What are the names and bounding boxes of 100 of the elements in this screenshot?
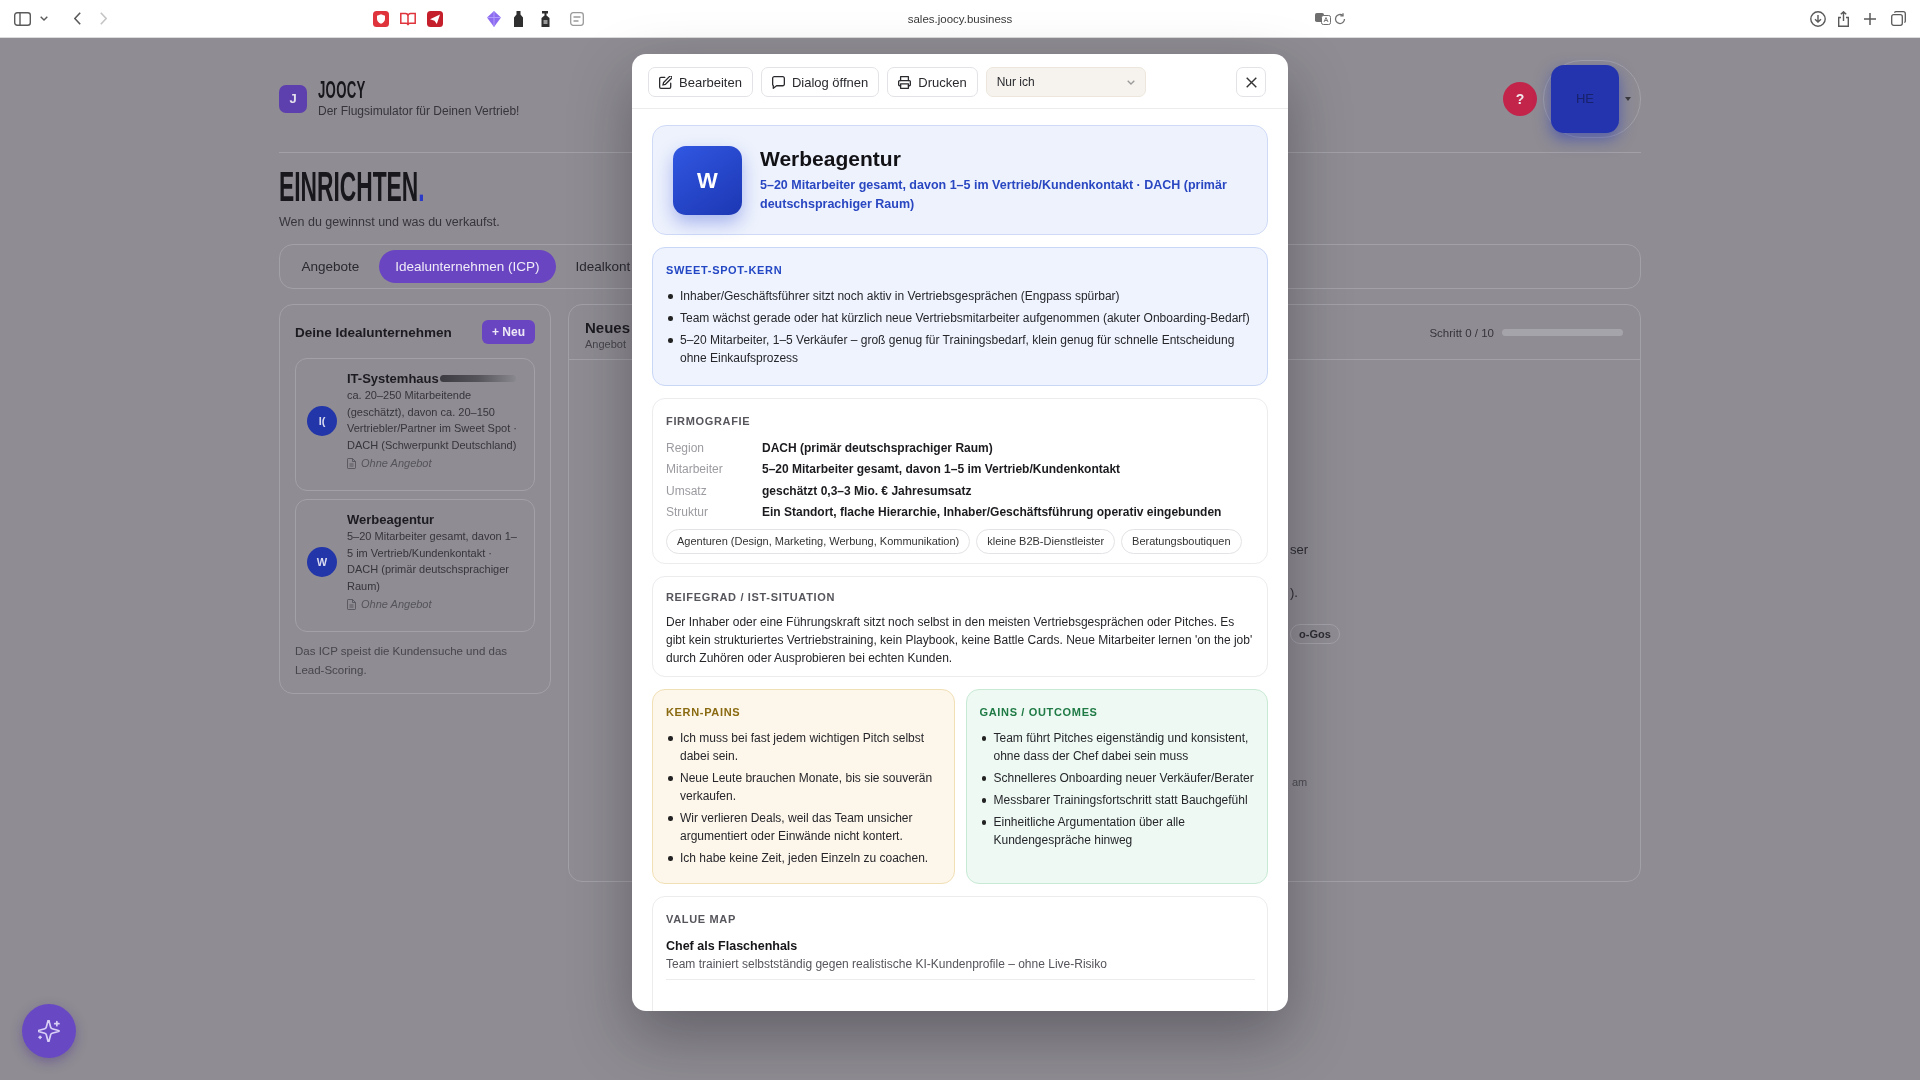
- bullet-icon: [668, 776, 673, 781]
- app-logo: J: [279, 85, 307, 113]
- text-fragment: ).: [1290, 584, 1298, 602]
- help-button[interactable]: ?: [1503, 82, 1537, 116]
- book-icon[interactable]: [400, 11, 416, 26]
- bullet-text: Team führt Pitches eigenständig und konsistent, ohne dass der Chef dabei sein muss: [993, 730, 1250, 765]
- bullet-icon: [668, 736, 673, 741]
- speech-bubble-icon: [771, 75, 785, 89]
- bullet-text: Neue Leute brauchen Monate, bis sie souverän verkaufen.: [680, 770, 934, 805]
- bullet-text: Schnelleres Onboarding neuer Verkäufer/Berater: [993, 770, 1254, 787]
- maturity-text: Der Inhaber oder eine Führungskraft sitzt noch selbst in den meisten Vertriebsgesprächen oder Pitches. Es gibt kein strukturiertes Vertriebstraining, kein Playbook, keine Battle Cards. Neue Mitarbeiter lernen 'on the job' durch Zuhören oder Ausprobieren bei echten Kunden.: [666, 614, 1254, 667]
- download-icon[interactable]: [1810, 10, 1826, 27]
- bullet-icon: [668, 338, 673, 343]
- fact-label: Umsatz: [666, 483, 708, 498]
- bullet-text: Ich habe keine Zeit, jeden Einzeln zu coachen.: [680, 850, 929, 867]
- paper-plane-icon[interactable]: [427, 10, 443, 27]
- value-description: Team trainiert selbstständig gegen realistische KI-Kundenprofile – ohne Live-Risiko: [666, 956, 1108, 973]
- fact-value: geschätzt 0,3–3 Mio. € Jahresumsatz: [762, 483, 973, 498]
- pencil-square-icon: [659, 75, 672, 89]
- bullet-text: Wir verlieren Deals, weil das Team unsicher argumentiert oder Einwände nicht kontert.: [680, 810, 914, 845]
- company-description: 5–20 Mitarbeiter gesamt, davon 1–5 im Vertrieb/Kundenkontakt · DACH (primär deutschsprachiger Raum): [347, 529, 518, 594]
- bullet-icon: [981, 776, 986, 781]
- translate-icon[interactable]: [1315, 12, 1331, 25]
- company-description: ca. 20–250 Mitarbeitende (geschätzt), davon ca. 20–150 Vertriebler/Partner im Sweet Spot · DACH (Schwerpunkt Deutschland): [347, 388, 518, 453]
- company-card[interactable]: W Werbeagentur 5–20 Mitarbeiter gesamt, davon 1–5 im Vertrieb/Kundenkontakt · DACH (primär deutschsprachiger Raum) Ohne Angebot: [295, 499, 535, 632]
- panel-subtitle: Angebot: [585, 337, 627, 352]
- bullet-text: Team wächst gerade oder hat kürzlich neue Vertriebsmitarbeiter aufgenommen (akuter Onboarding-Bedarf): [680, 310, 1250, 327]
- reload-icon[interactable]: [1334, 12, 1346, 25]
- section-heading: GAINS / OUTCOMES: [979, 705, 1099, 720]
- chevron-down-icon: [1126, 79, 1135, 85]
- document-icon: [347, 598, 356, 610]
- open-dialog-button[interactable]: Dialog öffnen: [760, 67, 880, 97]
- fact-value: DACH (primär deutschsprachiger Raum): [762, 440, 994, 455]
- share-icon[interactable]: [1837, 10, 1850, 27]
- bullet-text: Messbarer Trainingsfortschritt statt Bauchgefühl: [993, 792, 1248, 809]
- panel-footnote: Das ICP speist die Kundensuche und das Lead-Scoring.: [295, 644, 509, 678]
- chevron-down-icon[interactable]: [40, 16, 48, 21]
- company-card[interactable]: I( IT-Systemhaus ca. 20–250 Mitarbeitende (geschätzt), davon ca. 20–150 Vertriebler/Partner im Sweet Spot · DACH (Schwerpunkt Deutschland) Ohne Angebot: [295, 358, 535, 491]
- visibility-select[interactable]: Nur ich: [985, 67, 1146, 97]
- edit-button[interactable]: Bearbeiten: [648, 67, 753, 97]
- chevron-left-icon[interactable]: [74, 12, 81, 25]
- bullet-text: Inhaber/Geschäftsführer sitzt noch aktiv in Vertriebsgesprächen (Engpass spürbar): [680, 288, 1120, 305]
- company-name: Werbeagentur: [347, 511, 435, 528]
- page-title: EINRICHTEN.: [279, 165, 425, 208]
- company-avatar: I(: [307, 405, 337, 436]
- sidebar-icon[interactable]: [14, 11, 31, 26]
- note-fragment: am: [1291, 775, 1308, 790]
- section-heading: FIRMOGRAFIE: [666, 414, 752, 429]
- bullet-icon: [981, 736, 986, 741]
- bullet-icon: [981, 820, 986, 825]
- tab[interactable]: Idealunternehmen (ICP): [378, 250, 556, 283]
- user-avatar: HE: [1551, 65, 1619, 133]
- close-icon: [1245, 76, 1257, 88]
- brand-name: JOOCY: [318, 79, 366, 101]
- section-heading: REIFEGRAD / IST-SITUATION: [666, 590, 837, 605]
- fact-label: Struktur: [666, 505, 709, 520]
- section-heading: VALUE MAP: [666, 912, 737, 927]
- offer-status: Ohne Angebot: [361, 597, 432, 612]
- company-name: IT-Systemhaus: [347, 370, 439, 387]
- bullet-text: Einheitliche Argumentation über alle Kundengespräche hinweg: [993, 814, 1186, 849]
- app-tagline: Der Flugsimulator für Deinen Vertrieb!: [318, 103, 520, 119]
- document-icon: [347, 457, 356, 469]
- page-subtitle: Wen du gewinnst und was du verkaufst.: [279, 214, 501, 231]
- panel-title: Deine Idealunternehmen: [295, 324, 452, 340]
- profile-title: Werbeagentur: [760, 146, 902, 172]
- profile-avatar: W: [673, 145, 742, 215]
- bottle-icon[interactable]: [514, 10, 523, 27]
- tab[interactable]: Angebote: [285, 250, 376, 283]
- section-heading: SWEET-SPOT-KERN: [666, 263, 784, 278]
- value-title: Chef als Flaschenhals: [666, 938, 799, 955]
- tab[interactable]: Idealkont: [558, 250, 647, 283]
- panel-title: Neues: [585, 318, 631, 337]
- plus-icon[interactable]: [1864, 12, 1876, 25]
- printer-icon: [898, 75, 912, 89]
- list-icon[interactable]: [570, 11, 584, 26]
- bullet-icon: [668, 316, 673, 321]
- fact-value: Ein Standort, flache Hierarchie, Inhaber/Geschäftsführung operativ eingebunden: [762, 505, 1223, 520]
- assistant-button[interactable]: [22, 1004, 76, 1058]
- company-avatar: W: [307, 546, 337, 577]
- bullet-icon: [668, 294, 673, 299]
- close-button[interactable]: [1236, 67, 1266, 97]
- section-heading: KERN-PAINS: [666, 705, 742, 720]
- bullet-icon: [668, 856, 673, 861]
- bullet-icon: [668, 816, 673, 821]
- fact-label: Mitarbeiter: [666, 462, 724, 477]
- profile-summary: 5–20 Mitarbeiter gesamt, davon 1–5 im Vertrieb/Kundenkontakt · DACH (primär deutschsprachiger Raum): [760, 177, 1228, 213]
- gem-icon[interactable]: [487, 10, 501, 27]
- text-fragment: ser: [1290, 541, 1309, 559]
- bullet-text: Ich muss bei fast jedem wichtigen Pitch selbst dabei sein.: [680, 730, 926, 765]
- new-button[interactable]: + Neu: [482, 320, 535, 344]
- fact-value: 5–20 Mitarbeiter gesamt, davon 1–5 im Vertrieb/Kundenkontakt: [762, 462, 1122, 477]
- sparkles-icon: [38, 1020, 60, 1042]
- bullet-icon: [981, 798, 986, 803]
- shield-icon[interactable]: [373, 10, 389, 27]
- spray-bottle-icon[interactable]: [541, 10, 550, 27]
- step-counter: Schritt 0 / 10: [1429, 326, 1494, 339]
- print-button[interactable]: Drucken: [887, 67, 978, 97]
- tabs-icon[interactable]: [1891, 11, 1906, 26]
- fact-label: Region: [666, 440, 706, 455]
- address-bar-url[interactable]: sales.joocy.business: [907, 12, 1013, 25]
